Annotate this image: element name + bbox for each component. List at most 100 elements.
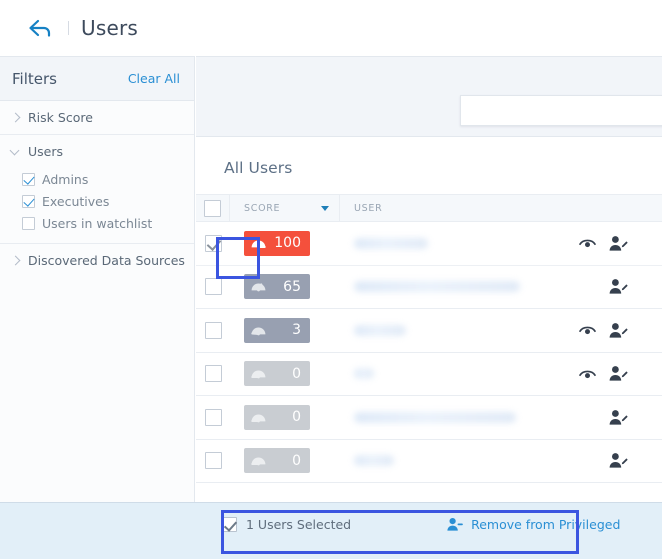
eye-watchlist-icon-placeholder (578, 277, 597, 296)
user-edit-icon[interactable] (609, 321, 628, 340)
section-title: All Users (224, 159, 293, 177)
score-badge: 3 (244, 317, 310, 343)
row-select-cell (196, 321, 230, 339)
user-edit-icon[interactable] (609, 277, 628, 296)
filter-group-discovered-data-sources: Discovered Data Sources (0, 244, 194, 277)
filter-option-label: Executives (42, 193, 110, 209)
filter-group-discovered-data-sources-header[interactable]: Discovered Data Sources (0, 244, 194, 277)
checkbox-users-in-watchlist[interactable] (22, 216, 35, 230)
table-row[interactable]: 0 (196, 396, 662, 440)
checkbox-row-select[interactable] (204, 452, 222, 470)
user-name-redacted (354, 411, 516, 423)
score-value: 0 (292, 409, 301, 426)
row-score-cell: 65 (230, 274, 340, 300)
score-value: 3 (292, 322, 301, 339)
filter-group-risk-score: Risk Score (0, 101, 194, 135)
checkbox-row-select[interactable] (204, 408, 222, 426)
eye-watchlist-icon[interactable] (578, 364, 597, 383)
checkbox-row-select[interactable] (204, 321, 222, 339)
filter-group-label: Risk Score (28, 110, 93, 125)
user-edit-icon[interactable] (609, 364, 628, 383)
select-all-header (196, 195, 230, 221)
filter-option-admins[interactable]: Admins (0, 168, 194, 190)
row-score-cell: 0 (230, 404, 340, 430)
filter-group-risk-score-header[interactable]: Risk Score (0, 101, 194, 134)
filters-header: Filters Clear All (0, 57, 194, 101)
eye-watchlist-icon-placeholder (578, 408, 597, 427)
filter-option-users-in-watchlist[interactable]: Users in watchlist (0, 212, 194, 234)
row-actions-cell (578, 364, 662, 383)
header-divider (68, 21, 69, 35)
row-actions-cell (578, 321, 662, 340)
row-score-cell: 100 (230, 230, 340, 256)
table-row[interactable]: 0 (196, 439, 662, 483)
user-edit-icon[interactable] (609, 451, 628, 470)
checkbox-select-all[interactable] (204, 199, 221, 217)
filter-group-label: Users (28, 144, 64, 159)
chevron-right-icon (8, 253, 24, 269)
checkbox-row-select[interactable] (204, 278, 222, 296)
column-header-score-label: SCORE (244, 202, 281, 214)
row-user-cell (340, 324, 578, 336)
table-row[interactable]: 65 (196, 265, 662, 309)
table-row[interactable]: 3 (196, 309, 662, 353)
caret-down-icon[interactable] (321, 205, 329, 211)
chevron-down-icon (8, 144, 24, 160)
selection-bar: 1 Users Selected Remove from Privileged (0, 502, 662, 559)
checkbox-selection-summary[interactable] (222, 517, 237, 532)
remove-from-privileged-button[interactable]: Remove from Privileged (447, 517, 620, 532)
search-band (196, 56, 662, 137)
score-value: 0 (292, 452, 301, 469)
table-row[interactable]: 0 (196, 352, 662, 396)
score-badge: 0 (244, 361, 310, 387)
filter-option-label: Admins (42, 171, 89, 187)
row-select-cell (196, 234, 230, 252)
row-actions-cell (578, 234, 662, 253)
eye-watchlist-icon-placeholder (578, 451, 597, 470)
row-user-cell (340, 237, 578, 249)
checkbox-row-select[interactable] (204, 234, 222, 252)
score-badge: 65 (244, 274, 310, 300)
eye-watchlist-icon[interactable] (578, 234, 597, 253)
eye-watchlist-icon[interactable] (578, 321, 597, 340)
column-header-score[interactable]: SCORE (230, 195, 340, 221)
users-table: SCORE USER 100 65 3 0 0 0 (196, 194, 662, 483)
user-name-redacted (354, 324, 406, 336)
row-select-cell (196, 278, 230, 296)
score-badge: 100 (244, 230, 310, 256)
filter-group-label: Discovered Data Sources (28, 253, 185, 268)
row-user-cell (340, 455, 578, 467)
score-value: 0 (292, 365, 301, 382)
search-box[interactable] (460, 95, 662, 126)
filter-group-users: Users Admins Executives Users in watchli… (0, 135, 194, 244)
column-header-user[interactable]: USER (340, 195, 662, 221)
filter-group-users-header[interactable]: Users (0, 135, 194, 168)
row-actions-cell (578, 277, 662, 296)
user-name-redacted (354, 368, 374, 380)
filter-option-executives[interactable]: Executives (0, 190, 194, 212)
checkbox-admins[interactable] (22, 172, 35, 186)
score-badge: 0 (244, 448, 310, 474)
user-name-redacted (354, 281, 520, 293)
user-edit-icon[interactable] (609, 408, 628, 427)
user-edit-icon[interactable] (609, 234, 628, 253)
clear-all-link[interactable]: Clear All (128, 71, 180, 86)
row-user-cell (340, 411, 578, 423)
score-value: 65 (283, 278, 301, 295)
checkbox-row-select[interactable] (204, 365, 222, 383)
back-arrow-icon[interactable] (18, 6, 62, 50)
checkbox-executives[interactable] (22, 194, 35, 208)
table-header-row: SCORE USER (196, 194, 662, 222)
row-user-cell (340, 368, 578, 380)
selection-count-label: 1 Users Selected (246, 517, 352, 532)
filters-title: Filters (12, 69, 57, 88)
users-page: Users Filters Clear All Risk Score Users… (0, 0, 662, 559)
main-content: All Users SCORE USER 100 65 3 0 0 0 (196, 56, 662, 502)
row-select-cell (196, 408, 230, 426)
user-name-redacted (354, 237, 428, 249)
score-badge: 0 (244, 404, 310, 430)
table-body: 100 65 3 0 0 0 (196, 222, 662, 483)
table-row[interactable]: 100 (196, 222, 662, 266)
search-input[interactable] (461, 96, 662, 125)
row-score-cell: 0 (230, 448, 340, 474)
